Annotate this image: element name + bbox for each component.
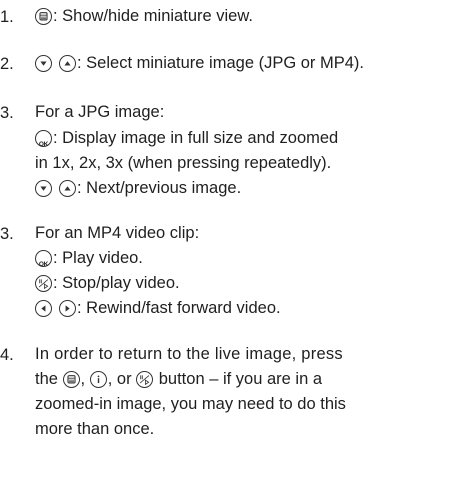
gallery-icon — [62, 371, 80, 388]
item-text: : Display image in full size and zoomed — [53, 129, 339, 147]
item-text: the — [35, 370, 58, 388]
item-text: For an MP4 video clip: — [35, 224, 200, 242]
up-arrow-icon — [59, 180, 76, 197]
ok-icon: OK — [35, 250, 52, 268]
item-number: 4. — [0, 346, 14, 364]
item-line: more than once. — [35, 418, 154, 441]
item-line: : Show/hide miniature view. — [35, 5, 253, 28]
item-line: For an MP4 video clip: — [35, 222, 199, 245]
item-text: in 1x, 2x, 3x (when pressing repeatedly)… — [35, 154, 332, 172]
item-line: : Next/previous image. — [35, 177, 241, 200]
left-arrow-icon — [35, 300, 52, 317]
item-number: 3. — [0, 225, 14, 243]
item-line: in 1x, 2x, 3x (when pressing repeatedly)… — [35, 152, 331, 175]
item-line: In order to return to the live image, pr… — [35, 343, 343, 366]
down-arrow-icon — [35, 180, 52, 197]
item-text: : Play video. — [53, 249, 143, 267]
item-text: : Next/previous image. — [77, 179, 242, 197]
item-line: OK: Display image in full size and zoome… — [35, 127, 338, 150]
item-line: : Select miniature image (JPG or MP4). — [35, 52, 364, 75]
item-text: more than once. — [35, 420, 155, 438]
info-icon — [89, 371, 107, 388]
item-text: In order to return to the live image, pr… — [35, 345, 343, 363]
item-number: 2. — [0, 55, 14, 73]
item-line: OK: Play video. — [35, 247, 143, 270]
ok-icon: OK — [35, 130, 52, 148]
gallery-icon — [35, 8, 52, 25]
item-number: 1. — [0, 8, 14, 26]
item-line: the , , or button – if you are in a — [35, 368, 322, 391]
item-line: : Stop/play video. — [35, 272, 180, 295]
stop-play-icon — [136, 371, 154, 388]
item-line: : Rewind/fast forward video. — [35, 297, 281, 320]
item-text: button – if you are in a — [158, 370, 323, 388]
item-text: : Select miniature image (JPG or MP4). — [77, 54, 365, 72]
stop-play-icon — [35, 275, 52, 292]
item-text: : Stop/play video. — [53, 274, 180, 292]
item-text: : Rewind/fast forward video. — [77, 299, 281, 317]
item-text: , or — [107, 370, 132, 388]
down-arrow-icon — [35, 55, 52, 72]
item-number: 3. — [0, 104, 14, 122]
item-text: zoomed-in image, you may need to do this — [35, 395, 346, 413]
item-text: : Show/hide miniature view. — [53, 7, 253, 25]
item-text: , — [80, 370, 86, 388]
item-line: zoomed-in image, you may need to do this — [35, 393, 346, 416]
item-line: For a JPG image: — [35, 101, 164, 124]
item-text: For a JPG image: — [35, 103, 165, 121]
right-arrow-icon — [59, 300, 76, 317]
up-arrow-icon — [59, 55, 76, 72]
